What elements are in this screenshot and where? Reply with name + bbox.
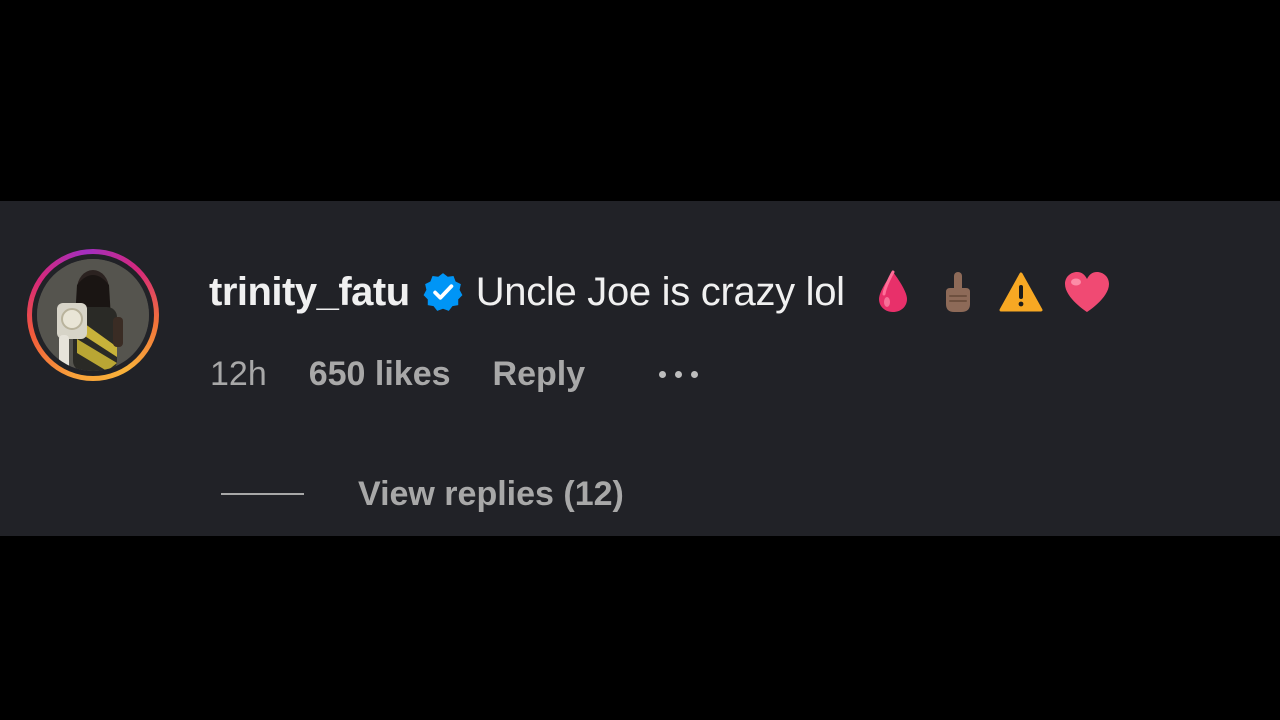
- dot: [691, 370, 699, 378]
- more-options-icon[interactable]: [659, 359, 699, 389]
- avatar-image: [37, 259, 149, 371]
- reply-button[interactable]: Reply: [493, 355, 586, 394]
- view-replies-row[interactable]: View replies (12): [221, 471, 624, 517]
- screen: trinity_fatu Uncle Joe is crazy lol 12h …: [0, 0, 1280, 720]
- view-replies-button[interactable]: View replies (12): [358, 475, 624, 514]
- warning-icon: [999, 270, 1043, 314]
- username[interactable]: trinity_fatu: [209, 270, 410, 315]
- likes-count[interactable]: 650 likes: [309, 355, 451, 394]
- heart-icon: [1063, 270, 1109, 314]
- dot: [675, 370, 683, 378]
- verified-badge-icon: [422, 271, 464, 313]
- comment-text: Uncle Joe is crazy lol: [475, 269, 845, 314]
- replies-divider: [221, 493, 304, 495]
- drop-of-blood-icon: [871, 270, 915, 314]
- dot: [659, 370, 667, 378]
- index-pointing-up-icon: [935, 270, 979, 314]
- comment-timestamp: 12h: [210, 354, 267, 393]
- avatar-gap: [32, 254, 154, 376]
- comment-line: trinity_fatu Uncle Joe is crazy lol: [209, 267, 1109, 317]
- story-ring[interactable]: [27, 249, 159, 381]
- comment-meta: 12h 650 likes Reply: [210, 351, 699, 397]
- comment-card: trinity_fatu Uncle Joe is crazy lol 12h …: [0, 201, 1280, 536]
- avatar[interactable]: [37, 259, 149, 371]
